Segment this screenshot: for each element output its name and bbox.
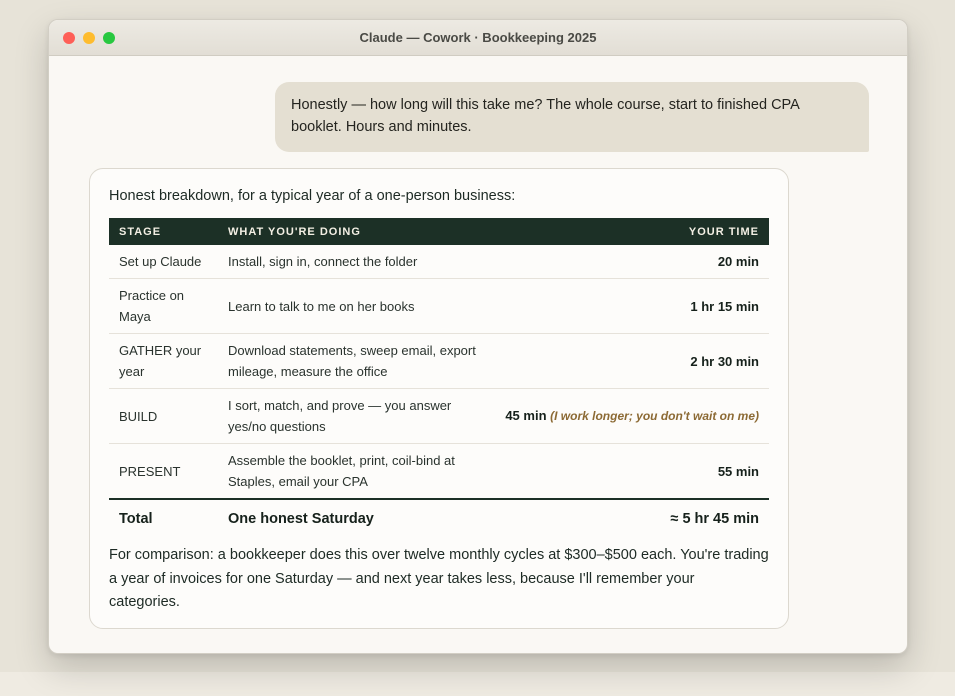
doing-cell: Assemble the booklet, print, coil-bind a… <box>218 443 488 500</box>
time-cell: 20 min <box>488 245 769 279</box>
assistant-outro: For comparison: a bookkeeper does this o… <box>109 547 769 610</box>
stage-cell: BUILD <box>109 388 218 444</box>
column-header-stage: STAGE <box>119 225 162 238</box>
column-header-doing: WHAT YOU'RE DOING <box>228 225 361 238</box>
doing-cell: I sort, match, and prove — you answer ye… <box>218 388 488 444</box>
time-value: 45 min <box>505 408 547 423</box>
doing-cell: Download statements, sweep email, export… <box>218 333 488 389</box>
table-row: GATHER your year Download statements, sw… <box>109 333 769 389</box>
total-doing: One honest Saturday <box>218 498 488 536</box>
assistant-message: Honest breakdown, for a typical year of … <box>89 168 789 629</box>
time-note: (I work longer; you don't wait on me) <box>550 409 759 423</box>
table-row: BUILD I sort, match, and prove — you ans… <box>109 388 769 444</box>
time-cell: 2 hr 30 min <box>488 333 769 389</box>
stage-cell: PRESENT <box>109 443 218 500</box>
stage-cell: GATHER your year <box>109 333 218 389</box>
column-header-time: YOUR TIME <box>688 225 759 238</box>
desktop-bottom-strip <box>0 672 955 696</box>
doing-cell: Learn to talk to me on her books <box>218 278 488 334</box>
time-cell: 55 min <box>488 443 769 500</box>
time-cell: 1 hr 15 min <box>488 278 769 334</box>
table-row: Set up Claude Install, sign in, connect … <box>109 245 769 279</box>
app-window: Claude — Cowork · Bookkeeping 2025 Hones… <box>48 19 908 654</box>
time-breakdown-table: STAGE WHAT YOU'RE DOING YOUR TIME Set up… <box>109 218 769 536</box>
stage-cell: Set up Claude <box>109 245 218 279</box>
table-row: Practice on Maya Learn to talk to me on … <box>109 278 769 334</box>
doing-cell: Install, sign in, connect the folder <box>218 245 488 279</box>
title-bar: Claude — Cowork · Bookkeeping 2025 <box>49 20 907 56</box>
total-row: Total One honest Saturday ≈ 5 hr 45 min <box>109 498 769 536</box>
stage-cell: Practice on Maya <box>109 278 218 334</box>
total-label: Total <box>109 498 218 536</box>
time-cell: 45 min (I work longer; you don't wait on… <box>488 388 769 444</box>
table-header-row: STAGE WHAT YOU'RE DOING YOUR TIME <box>109 218 769 245</box>
table-row: PRESENT Assemble the booklet, print, coi… <box>109 443 769 500</box>
total-time: ≈ 5 hr 45 min <box>488 498 769 536</box>
assistant-intro: Honest breakdown, for a typical year of … <box>109 188 516 204</box>
user-message: Honestly — how long will this take me? T… <box>275 82 869 152</box>
window-title: Claude — Cowork · Bookkeeping 2025 <box>359 30 597 45</box>
